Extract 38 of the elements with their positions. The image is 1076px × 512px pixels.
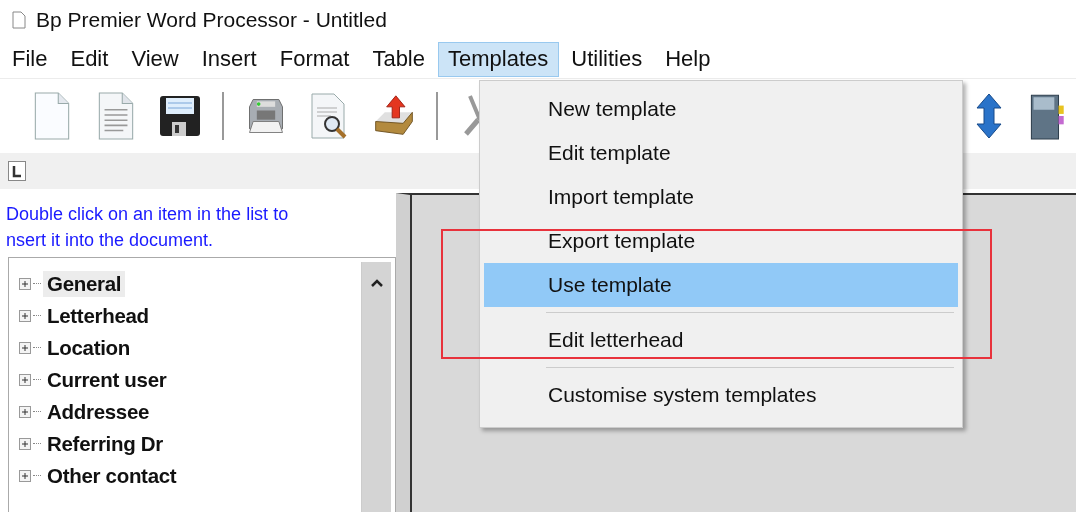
scrollbar[interactable] (361, 262, 391, 512)
menu-option[interactable]: Edit letterhead (484, 318, 958, 362)
menu-option[interactable]: New template (484, 87, 958, 131)
menu-item[interactable]: View (121, 41, 190, 77)
instruction-text: Double click on an item in the list to (6, 203, 290, 226)
tree-item[interactable]: Location (43, 334, 134, 361)
menu-option[interactable]: Import template (484, 175, 958, 219)
expand-icon[interactable] (19, 373, 31, 386)
menu-option[interactable]: Use template (484, 263, 958, 307)
up-down-arrow-icon[interactable] (974, 91, 1004, 141)
expand-icon[interactable] (19, 437, 31, 450)
scroll-up-icon[interactable] (369, 278, 384, 288)
tree-item[interactable]: Addressee (43, 398, 154, 425)
menu-item[interactable]: Insert (191, 41, 268, 77)
menu-option[interactable]: Customise system templates (484, 373, 958, 417)
menu-item[interactable]: Utilities (561, 41, 654, 77)
tree-item[interactable]: General (43, 270, 126, 297)
menu-item[interactable]: Format (269, 41, 361, 77)
menu-option[interactable]: Edit template (484, 131, 958, 175)
menu-item[interactable]: Templates (438, 41, 560, 77)
expand-icon[interactable] (19, 469, 31, 482)
menu-item[interactable]: Help (655, 41, 722, 77)
document-icon (12, 11, 26, 29)
instruction-text: nsert it into the document. (6, 229, 215, 252)
tree-item[interactable]: Referring Dr (43, 430, 167, 457)
expand-icon[interactable] (19, 309, 31, 322)
menu-item[interactable]: File (2, 41, 59, 77)
tab-stop-icon[interactable] (8, 161, 26, 181)
tree-item[interactable]: Other contact (43, 462, 181, 489)
window-title: Bp Premier Word Processor - Untitled (36, 8, 387, 32)
tree-item[interactable]: Letterhead (43, 302, 153, 329)
expand-icon[interactable] (19, 277, 31, 290)
expand-icon[interactable] (19, 405, 31, 418)
menu-item[interactable]: Edit (60, 41, 120, 77)
menu-item[interactable]: Table (362, 41, 436, 77)
tree-item[interactable]: Current user (43, 366, 171, 393)
menu-option[interactable]: Export template (484, 219, 958, 263)
expand-icon[interactable] (19, 341, 31, 354)
